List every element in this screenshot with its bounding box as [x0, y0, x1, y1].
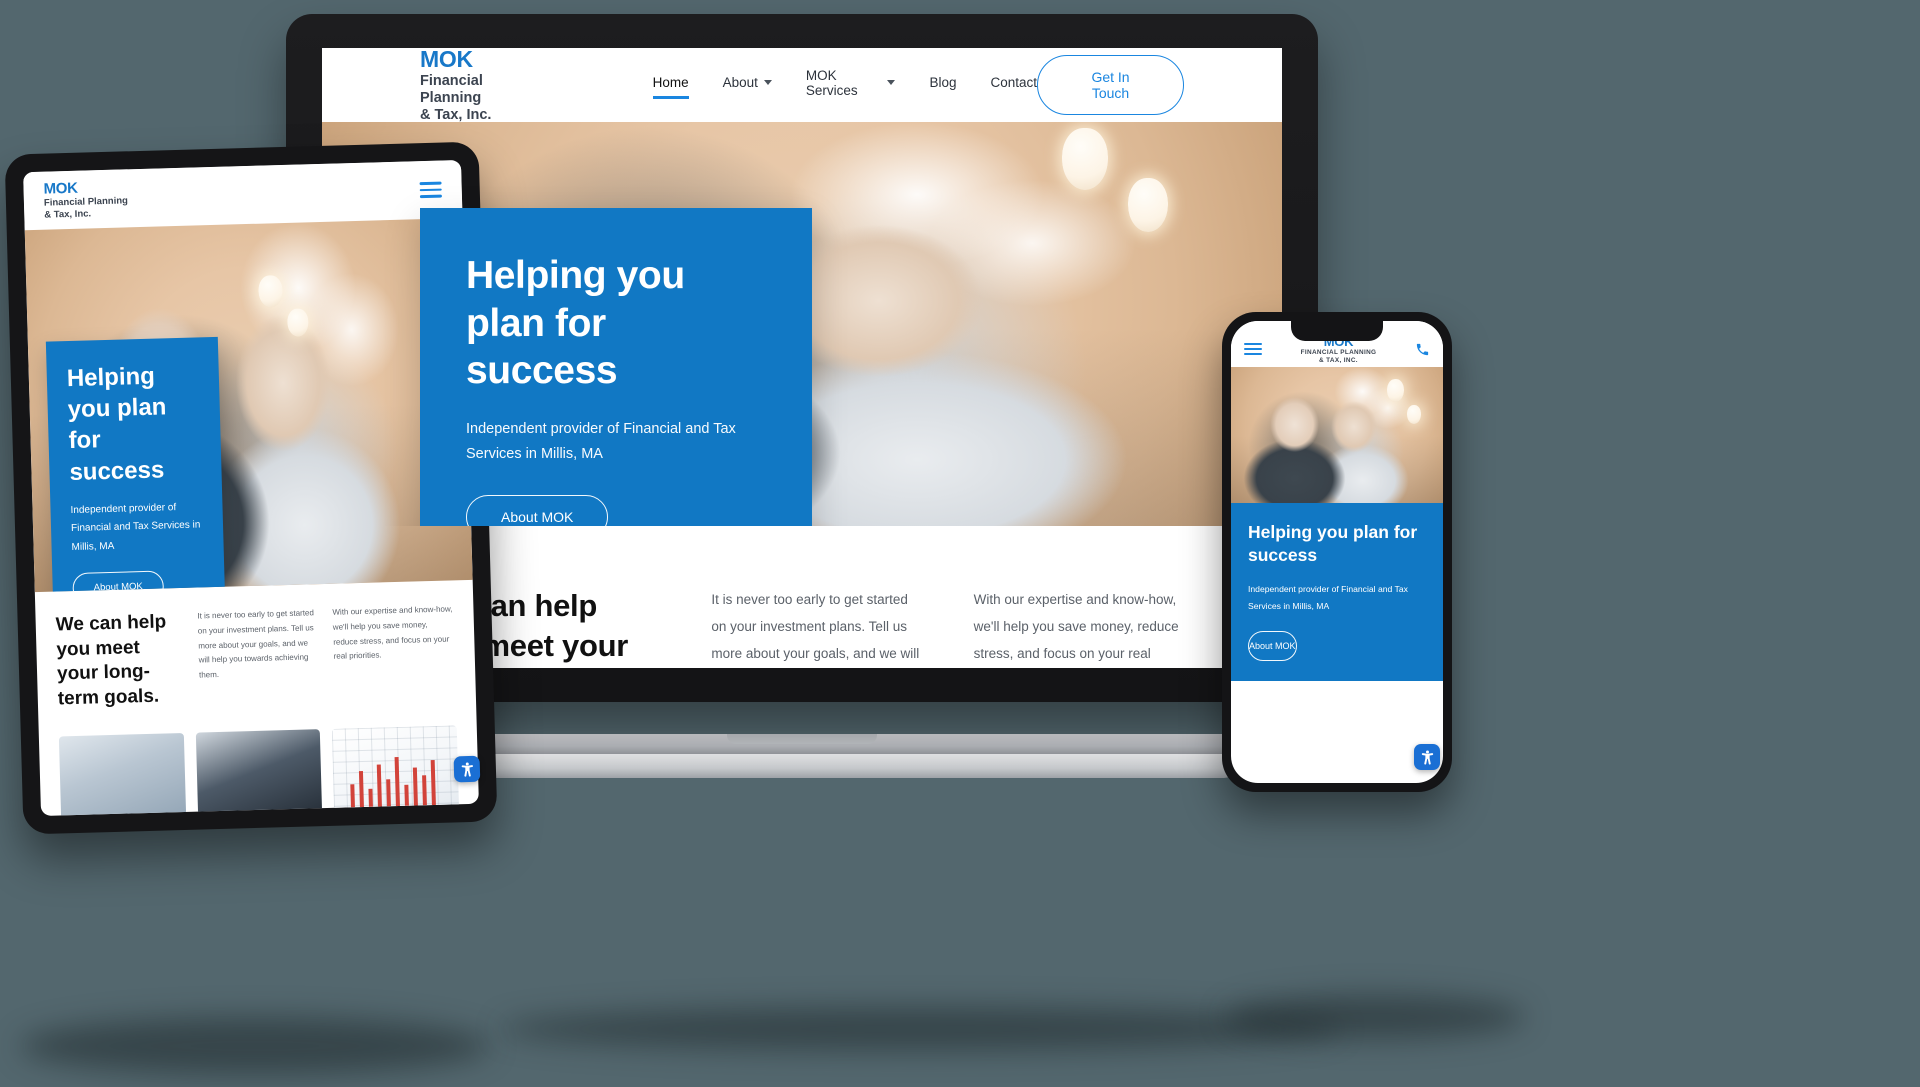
hero-heading: Helping you plan for success: [66, 362, 167, 486]
thumbnail-image-chart[interactable]: [332, 725, 460, 816]
phone-notch: [1291, 321, 1383, 341]
nav-label: MOK Services: [805, 67, 858, 98]
logo-tagline-line2: & Tax, Inc.: [420, 107, 492, 124]
tablet-thumbnail-row: [38, 701, 479, 816]
section-paragraph-1: It is never too early to get started on …: [711, 592, 920, 661]
accessibility-icon[interactable]: [1414, 744, 1440, 770]
hero-lamp-icon: [1387, 379, 1404, 402]
thumbnail-image-desk[interactable]: [58, 732, 187, 816]
tablet-content-section: We can help you meet your long-term goal…: [35, 580, 476, 713]
nav-label: About: [722, 75, 758, 90]
nav-item-mok-services[interactable]: MOK Services: [806, 68, 896, 103]
logo-tagline-line1: Financial Planning: [420, 72, 483, 106]
hero-text-card: Helping you plan for success Independent…: [45, 336, 226, 593]
nav-item-home[interactable]: Home: [652, 75, 689, 99]
logo-tagline-line2: & TAX, INC.: [1319, 356, 1358, 364]
logo-tagline-line2: & Tax, Inc.: [44, 207, 92, 221]
laptop-shadow: [500, 1007, 1340, 1051]
hero-lamp-icon: [1407, 405, 1421, 424]
chart-bars: [345, 736, 447, 808]
laptop-foot: [366, 754, 1238, 778]
hero-text-card: Helping you plan for success Independent…: [1231, 503, 1443, 681]
nav-label: Contact: [990, 75, 1038, 90]
site-logo[interactable]: MOK Financial Planning & Tax, Inc.: [420, 48, 545, 124]
desktop-nav-links: Home About MOK Services Blog Contact: [652, 68, 1037, 103]
nav-item-contact[interactable]: Contact: [990, 75, 1037, 95]
accessibility-icon[interactable]: [453, 755, 481, 783]
tablet-shadow: [20, 1017, 490, 1075]
hero-heading: Helping you plan for success: [466, 254, 685, 393]
phone-screen: MOK FINANCIAL PLANNING & TAX, INC. Helpi…: [1231, 321, 1443, 783]
section-heading: We can help you meet your long-term goal…: [55, 611, 167, 710]
thumbnail-image-signing[interactable]: [195, 728, 323, 816]
logo-tagline-line1: Financial Planning: [43, 195, 129, 209]
site-logo[interactable]: MOK Financial Planning & Tax, Inc.: [43, 179, 128, 221]
responsive-mockup-stage: MOK Financial Planning & Tax, Inc. Home …: [0, 0, 1920, 1087]
section-paragraph-2: With our expertise and know-how, we'll h…: [332, 604, 453, 662]
section-paragraph-1: It is never too early to get started on …: [197, 608, 315, 680]
hero-subheading: Independent provider of Financial and Ta…: [70, 501, 201, 553]
hero-subheading: Independent provider of Financial and Ta…: [466, 420, 736, 462]
chevron-down-icon: [763, 80, 772, 85]
desktop-navbar: MOK Financial Planning & Tax, Inc. Home …: [322, 48, 1282, 124]
nav-label: Home: [652, 75, 689, 90]
logo-brand-name: MOK: [420, 48, 473, 72]
phone-icon[interactable]: [1415, 342, 1430, 357]
hero-heading: Helping you plan for success: [1248, 522, 1418, 566]
nav-item-about[interactable]: About: [723, 75, 772, 95]
nav-label: Blog: [929, 75, 957, 90]
chevron-down-icon: [887, 80, 896, 85]
get-in-touch-button[interactable]: Get In Touch: [1037, 55, 1184, 115]
phone-shadow: [1225, 995, 1525, 1039]
tablet-screen: MOK Financial Planning & Tax, Inc. Helpi…: [23, 160, 479, 816]
section-paragraph-2: With our expertise and know-how, we'll h…: [973, 592, 1179, 661]
about-mok-button[interactable]: About MOK: [466, 494, 609, 526]
logo-tagline-line1: FINANCIAL PLANNING: [1300, 348, 1377, 356]
hero-lamp-icon: [1128, 178, 1168, 232]
hero-subheading: Independent provider of Financial and Ta…: [1248, 584, 1408, 611]
hamburger-icon[interactable]: [419, 178, 442, 202]
laptop-trackpad-notch: [727, 734, 877, 744]
tablet-hero: Helping you plan for success Independent…: [24, 217, 473, 593]
nav-item-blog[interactable]: Blog: [929, 75, 956, 95]
about-mok-button[interactable]: About MOK: [1248, 630, 1297, 661]
hamburger-icon[interactable]: [1244, 339, 1262, 359]
phone-device: MOK FINANCIAL PLANNING & TAX, INC. Helpi…: [1222, 312, 1452, 792]
phone-hero-photo: [1231, 367, 1443, 503]
hero-lamp-icon: [1062, 128, 1108, 190]
hero-text-card: Helping you plan for success Independent…: [420, 208, 812, 526]
